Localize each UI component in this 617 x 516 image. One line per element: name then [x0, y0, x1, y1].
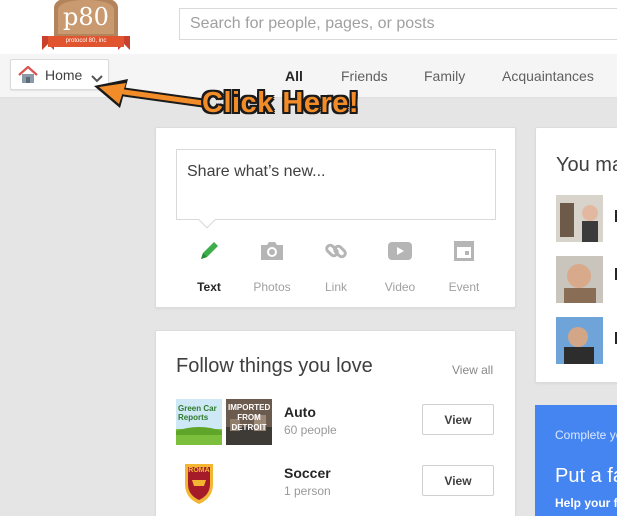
top-bar: p80 protocol 80, inc [0, 0, 617, 54]
topic-name: Auto [284, 404, 316, 420]
avatar[interactable] [556, 317, 603, 364]
post-type-video-label: Video [384, 280, 416, 294]
search-input[interactable] [180, 9, 617, 39]
tab-all[interactable]: All [285, 68, 303, 84]
post-type-photos[interactable]: Photos [242, 236, 302, 294]
share-card: Share what’s new... Text Photos Link Vid… [155, 127, 516, 308]
post-type-link[interactable]: Link [306, 236, 366, 294]
people-suggestions-card: You ma [535, 127, 617, 383]
house-icon [18, 65, 38, 89]
topic-thumbnail: Green Car Reports [176, 399, 222, 445]
topic-followers: 1 person [284, 484, 331, 498]
promo-kicker: Complete yo [555, 428, 617, 442]
avatar[interactable] [556, 256, 603, 303]
tab-friends[interactable]: Friends [341, 68, 388, 84]
topic-thumbnail: IMPORTED FROM DETROIT [226, 399, 272, 445]
event-icon [434, 236, 494, 266]
topic-row: ROMA Soccer 1 person View [176, 460, 496, 512]
topic-followers: 60 people [284, 423, 337, 437]
post-type-event-label: Event [448, 280, 480, 294]
callout-arrow-icon [94, 79, 205, 108]
logo-text: p80 [63, 3, 109, 31]
people-card-title: You ma [556, 154, 617, 176]
search-bar[interactable] [179, 8, 617, 40]
share-input[interactable]: Share what’s new... [176, 149, 496, 229]
post-type-event[interactable]: Event [434, 236, 494, 294]
camera-icon [242, 236, 302, 266]
topic-name: Soccer [284, 465, 331, 481]
post-type-text[interactable]: Text [179, 236, 239, 294]
post-type-text-label: Text [197, 280, 221, 294]
callout-text: Click Here! [202, 87, 360, 119]
topic-thumbnail: ROMA [176, 460, 222, 506]
follow-title: Follow things you love [176, 355, 373, 377]
view-topic-button[interactable]: View [422, 465, 494, 496]
link-icon [306, 236, 366, 266]
avatar[interactable] [556, 195, 603, 242]
home-menu-label: Home [45, 67, 83, 83]
tab-acquaintances[interactable]: Acquaintances [502, 68, 594, 84]
logo[interactable]: p80 protocol 80, inc [40, 0, 132, 52]
topic-row: Green Car Reports IMPORTED FROM DETROIT … [176, 399, 496, 451]
post-type-photos-label: Photos [253, 280, 291, 294]
promo-headline: Put a fa [555, 465, 617, 487]
logo-tagline: protocol 80, inc [65, 38, 107, 44]
topic-thumbnail-caption: IMPORTED FROM DETROIT [228, 403, 271, 432]
topic-thumbnail-caption: Green Car Reports [178, 404, 217, 422]
share-box-notch [198, 211, 216, 229]
post-type-video[interactable]: Video [370, 236, 430, 294]
view-all-link[interactable]: View all [452, 363, 493, 377]
profile-photo-promo[interactable]: Complete yo Put a fa Help your f [535, 405, 617, 516]
promo-help: Help your f [555, 496, 617, 510]
tab-family[interactable]: Family [424, 68, 465, 84]
share-placeholder: Share what’s new... [187, 163, 326, 180]
follow-card: Follow things you love View all Green Ca… [155, 330, 516, 516]
post-type-link-label: Link [324, 280, 347, 294]
topic-thumbnail-caption: ROMA [188, 467, 210, 474]
view-topic-button[interactable]: View [422, 404, 494, 435]
post-type-bar: Text Photos Link Video Event [176, 236, 496, 296]
pencil-icon [179, 236, 239, 266]
video-icon [370, 236, 430, 266]
